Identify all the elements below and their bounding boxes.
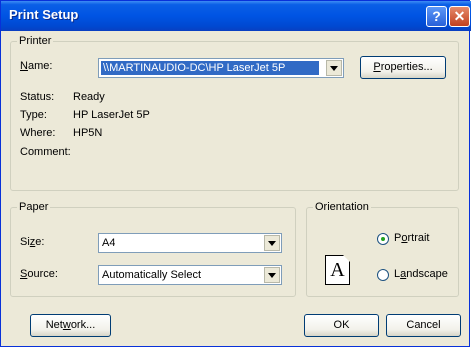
where-value: HP5N (73, 127, 103, 139)
title-bar[interactable]: Print Setup ? ✕ (1, 1, 471, 31)
paper-group-label: Paper (19, 201, 49, 213)
page-orientation-icon: A (325, 255, 350, 285)
close-button[interactable]: ✕ (449, 6, 470, 27)
landscape-radio[interactable] (377, 269, 389, 281)
type-label: Type: (20, 109, 47, 121)
paper-size-dropdown[interactable]: A4 (98, 233, 282, 253)
where-label: Where: (20, 127, 56, 139)
ok-button[interactable]: OK (304, 314, 379, 337)
status-value: Ready (73, 91, 105, 103)
source-label: Source: (20, 268, 58, 280)
orientation-group: Orientation A Portrait Landscape (306, 201, 459, 297)
portrait-radio[interactable] (377, 233, 389, 245)
printer-name-value: \\MARTINAUDIO-DC\HP LaserJet 5P (101, 61, 319, 75)
print-setup-dialog: Print Setup ? ✕ Printer Name: \\MARTINAU… (0, 0, 471, 347)
chevron-down-icon[interactable] (264, 235, 280, 251)
orientation-group-label: Orientation (315, 201, 369, 213)
comment-label: Comment: (20, 146, 71, 158)
printer-group-label: Printer (19, 35, 52, 47)
help-button[interactable]: ? (426, 6, 447, 27)
paper-source-dropdown[interactable]: Automatically Select (98, 265, 282, 285)
paper-source-value: Automatically Select (102, 269, 202, 281)
properties-button[interactable]: Properties... (360, 56, 446, 79)
window-title: Print Setup (9, 7, 79, 22)
size-label: Size: (20, 236, 45, 248)
landscape-label[interactable]: Landscape (394, 268, 448, 280)
status-label: Status: (20, 91, 55, 103)
network-button[interactable]: Network... (30, 314, 111, 337)
paper-size-value: A4 (102, 237, 116, 249)
portrait-label[interactable]: Portrait (394, 232, 429, 244)
name-label: Name: (20, 60, 53, 72)
printer-name-dropdown[interactable]: \\MARTINAUDIO-DC\HP LaserJet 5P (98, 58, 344, 78)
chevron-down-icon[interactable] (326, 60, 342, 76)
printer-group: Printer Name: \\MARTINAUDIO-DC\HP LaserJ… (10, 35, 459, 191)
cancel-button[interactable]: Cancel (386, 314, 461, 337)
type-value: HP LaserJet 5P (73, 109, 150, 121)
paper-group: Paper Size: A4 Source: Automatically Sel… (10, 201, 296, 297)
chevron-down-icon[interactable] (264, 267, 280, 283)
